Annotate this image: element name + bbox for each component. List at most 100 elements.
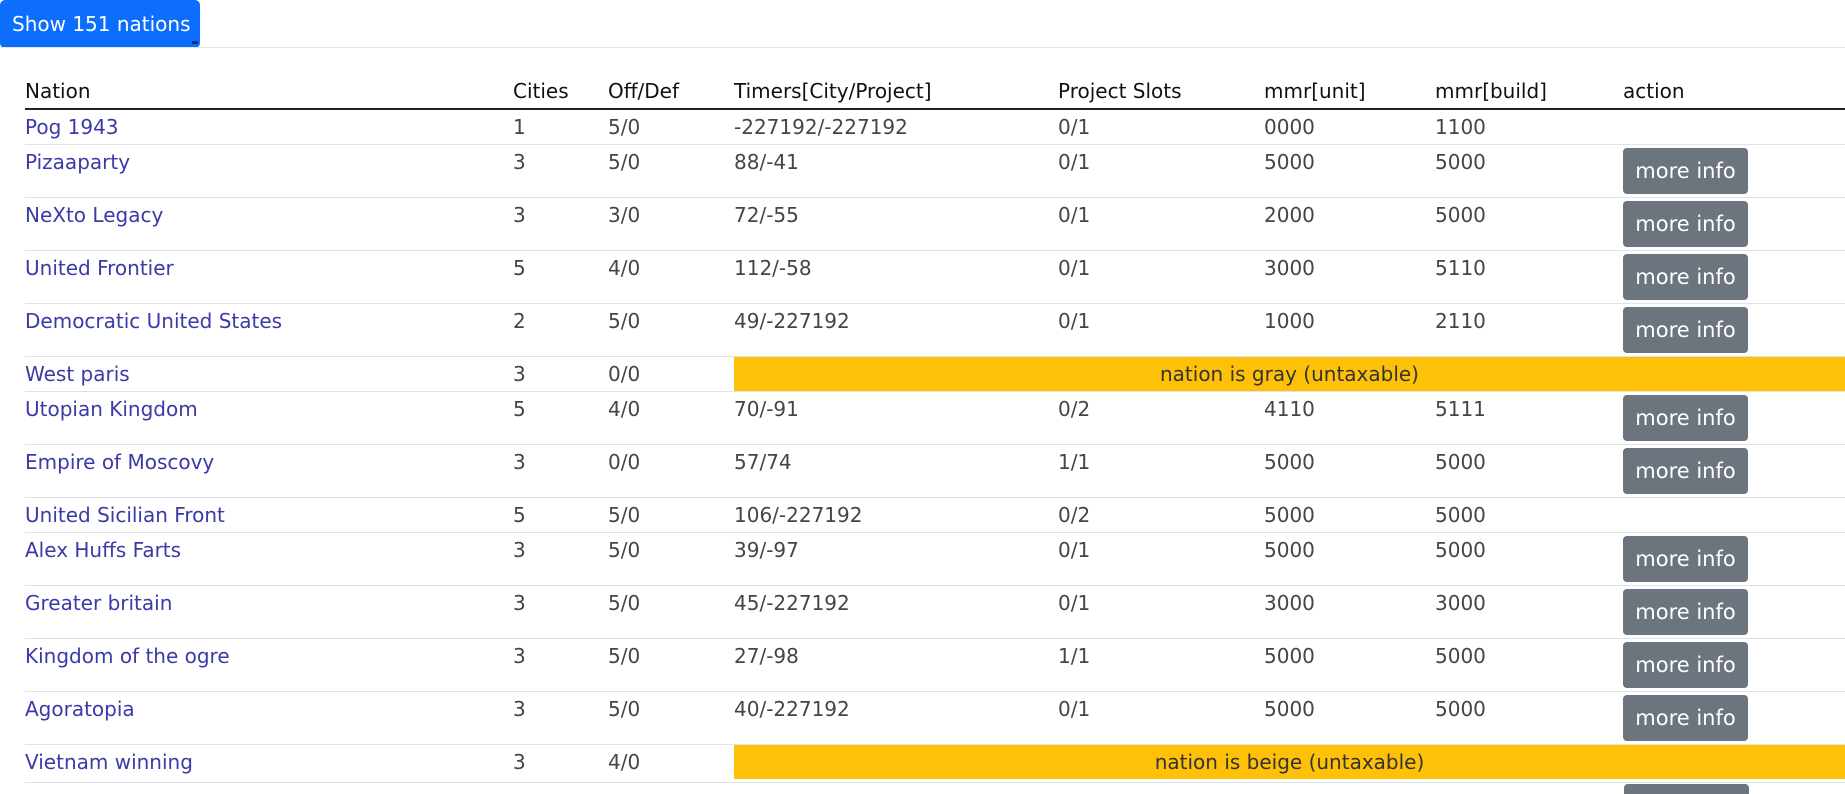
- mmr-unit-cell: 5000: [1264, 144, 1435, 198]
- mmr-build-cell: 5000: [1435, 197, 1623, 251]
- more-info-button[interactable]: more info: [1623, 395, 1748, 441]
- more-info-button[interactable]: more info: [1623, 695, 1748, 741]
- cities-cell: 3: [513, 532, 608, 586]
- mmr-unit-cell: 1000: [1264, 303, 1435, 357]
- header-off-def[interactable]: Off/Def: [608, 74, 734, 110]
- project-slots-cell: 0/2: [1058, 497, 1264, 533]
- more-info-button[interactable]: more info: [1623, 536, 1748, 582]
- row-divider: [25, 782, 1845, 783]
- cities-cell: 2: [513, 303, 608, 357]
- nation-cell: Pog 1943: [25, 109, 513, 145]
- table-row: United Frontier 5 4/0 112/-58 0/1 3000 5110 mor…: [25, 250, 1845, 304]
- mmr-unit-cell: 0000: [1264, 115, 1315, 139]
- nation-cell: Greater britain: [25, 585, 513, 639]
- more-info-button[interactable]: more info: [1623, 201, 1748, 247]
- cities-cell: 3: [513, 356, 608, 392]
- header-project-slots[interactable]: Project Slots: [1058, 74, 1264, 110]
- cities-cell: 1: [513, 115, 526, 139]
- status-cell: nation is beige (untaxable): [734, 744, 1845, 779]
- nation-cell: NeXto Legacy: [25, 197, 513, 251]
- off-def-cell: 4/0: [608, 744, 734, 779]
- off-def-cell: 5/0: [608, 497, 734, 533]
- project-slots-cell: 0/1: [1058, 691, 1264, 745]
- timers-cell: 39/-97: [734, 532, 1058, 586]
- header-mmr-unit[interactable]: mmr[unit]: [1264, 74, 1435, 110]
- mmr-unit-cell: 5000: [1264, 638, 1435, 692]
- timers-cell: 72/-55: [734, 197, 1058, 251]
- table-row: NeXto Legacy 3 3/0 72/-55 0/1 2000 5000 more in…: [25, 197, 1845, 251]
- nation-link[interactable]: Empire of Moscovy: [25, 450, 214, 474]
- nation-link[interactable]: Greater britain: [25, 591, 172, 615]
- show-nations-button[interactable]: Show 151 nations: [0, 0, 200, 48]
- header-action: action: [1623, 74, 1845, 110]
- more-info-button-partial[interactable]: [1624, 784, 1749, 794]
- nation-link[interactable]: Pizaaparty: [25, 150, 130, 174]
- action-cell: more info: [1623, 532, 1845, 586]
- cities-cell: 3: [513, 691, 608, 745]
- mmr-unit-cell: 4110: [1264, 391, 1435, 445]
- nation-link[interactable]: United Sicilian Front: [25, 503, 225, 527]
- nation-link[interactable]: Democratic United States: [25, 309, 282, 333]
- header-cities[interactable]: Cities: [513, 74, 608, 110]
- table-row: Empire of Moscovy 3 0/0 57/74 1/1 5000 5000 mor…: [25, 444, 1845, 498]
- mmr-unit-cell: 5000: [1264, 691, 1435, 745]
- more-info-button[interactable]: more info: [1623, 642, 1748, 688]
- cities-cell: 3: [513, 744, 608, 779]
- nation-link[interactable]: Utopian Kingdom: [25, 397, 198, 421]
- more-info-button[interactable]: more info: [1623, 254, 1748, 300]
- cities-cell: 3: [513, 444, 608, 498]
- focus-indicator: [192, 41, 198, 44]
- header-timers[interactable]: Timers[City/Project]: [734, 74, 1058, 110]
- action-cell: more info: [1623, 638, 1845, 692]
- project-slots-cell: 1/1: [1058, 638, 1264, 692]
- show-nations-label: Show 151 nations: [12, 12, 191, 36]
- off-def-cell: 4/0: [608, 250, 734, 304]
- action-cell: more info: [1623, 303, 1845, 357]
- off-def-cell: 4/0: [608, 391, 734, 445]
- table-row: Utopian Kingdom 5 4/0 70/-91 0/2 4110 5111 more…: [25, 391, 1845, 445]
- nation-link[interactable]: Pog 1943: [25, 115, 119, 139]
- table-row: Democratic United States 2 5/0 49/-227192 0/…: [25, 303, 1845, 357]
- timers-cell: 70/-91: [734, 391, 1058, 445]
- nation-link[interactable]: Agoratopia: [25, 697, 135, 721]
- mmr-build-cell: 5000: [1435, 691, 1623, 745]
- project-slots-cell: 0/1: [1058, 197, 1264, 251]
- nation-cell: Agoratopia: [25, 691, 513, 745]
- cities-cell: 5: [513, 250, 608, 304]
- mmr-build-cell: 5000: [1435, 444, 1623, 498]
- project-slots-cell: 0/1: [1058, 144, 1264, 198]
- nation-cell: Empire of Moscovy: [25, 444, 513, 498]
- mmr-build-cell: 5111: [1435, 391, 1623, 445]
- cities-cell: 3: [513, 638, 608, 692]
- more-info-button[interactable]: more info: [1623, 589, 1748, 635]
- timers-cell: 57/74: [734, 444, 1058, 498]
- nation-link[interactable]: Alex Huffs Farts: [25, 538, 181, 562]
- action-cell: [1623, 497, 1845, 533]
- divider: [0, 47, 1845, 48]
- nation-link[interactable]: Vietnam winning: [25, 750, 193, 774]
- nation-link[interactable]: United Frontier: [25, 256, 174, 280]
- header-nation[interactable]: Nation: [25, 74, 513, 110]
- more-info-button[interactable]: more info: [1623, 307, 1748, 353]
- mmr-unit-cell: 5000: [1264, 532, 1435, 586]
- nation-cell: Vietnam winning: [25, 744, 513, 779]
- more-info-button[interactable]: more info: [1623, 148, 1748, 194]
- table-row: Pizaaparty 3 5/0 88/-41 0/1 5000 5000 more info: [25, 144, 1845, 198]
- project-slots-cell: 0/1: [1058, 532, 1264, 586]
- timers-cell: 112/-58: [734, 250, 1058, 304]
- nation-link[interactable]: West paris: [25, 362, 130, 386]
- mmr-unit-cell: 2000: [1264, 197, 1435, 251]
- nations-table: Nation Cities Off/Def Timers[City/Projec…: [25, 74, 1845, 779]
- nation-link[interactable]: Kingdom of the ogre: [25, 644, 230, 668]
- off-def-cell: 5/0: [608, 585, 734, 639]
- nation-link[interactable]: NeXto Legacy: [25, 203, 163, 227]
- nation-cell: West paris: [25, 356, 513, 392]
- project-slots-cell: 1/1: [1058, 444, 1264, 498]
- mmr-unit-cell: 5000: [1264, 444, 1435, 498]
- more-info-button[interactable]: more info: [1623, 448, 1748, 494]
- off-def-cell: 5/0: [608, 691, 734, 745]
- table-row: Alex Huffs Farts 3 5/0 39/-97 0/1 5000 5000 mor…: [25, 532, 1845, 586]
- action-cell: more info: [1623, 144, 1845, 198]
- header-mmr-build[interactable]: mmr[build]: [1435, 74, 1623, 110]
- table-row: Vietnam winning 3 4/0 nation is beige (unta…: [25, 744, 1845, 779]
